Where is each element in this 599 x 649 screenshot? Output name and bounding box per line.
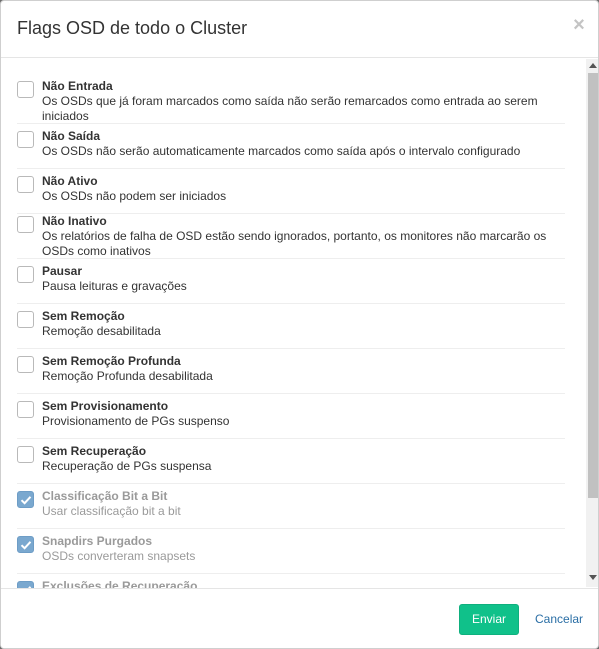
flag-name: Exclusões de Recuperação bbox=[42, 579, 198, 588]
flag-description: Usar classificação bit a bit bbox=[42, 504, 181, 518]
modal-body: Não Entrada Os OSDs que já foram marcados… bbox=[1, 59, 598, 588]
flag-name: Sem Recuperação bbox=[42, 444, 147, 458]
flag-name: Sem Remoção Profunda bbox=[42, 354, 181, 368]
modal-title: Flags OSD de todo o Cluster bbox=[17, 18, 248, 38]
flag-name: Sem Provisionamento bbox=[42, 399, 169, 413]
flag-description: Remoção desabilitada bbox=[42, 324, 161, 338]
flag-name: Snapdirs Purgados bbox=[42, 534, 153, 548]
flag-description: Os OSDs não podem ser iniciados bbox=[42, 189, 227, 203]
flag-checkbox[interactable] bbox=[17, 401, 34, 418]
flag-row: Sem Provisionamento Provisionamento de PG… bbox=[17, 394, 565, 439]
flag-description: Provisionamento de PGs suspenso bbox=[42, 414, 230, 428]
flag-checkbox[interactable] bbox=[17, 81, 34, 98]
flag-row: Sem Remoção Remoção desabilitada bbox=[17, 304, 565, 349]
scroll-down-arrow-icon[interactable] bbox=[589, 575, 597, 580]
flag-name: Não Ativo bbox=[42, 174, 98, 188]
flag-row: Sem Remoção Profunda Remoção Profunda des… bbox=[17, 349, 565, 394]
flag-row: Pausar Pausa leituras e gravações bbox=[17, 259, 565, 304]
flag-checkbox[interactable] bbox=[17, 216, 34, 233]
flag-row: Não Inativo Os relatórios de falha de OSD… bbox=[17, 214, 565, 259]
flag-checkbox bbox=[17, 491, 34, 508]
flag-description: Recuperação de PGs suspensa bbox=[42, 459, 212, 473]
modal-header: Flags OSD de todo o Cluster × bbox=[1, 1, 598, 58]
flag-checkbox[interactable] bbox=[17, 131, 34, 148]
flag-row: Sem Recuperação Recuperação de PGs suspen… bbox=[17, 439, 565, 484]
flag-checkbox[interactable] bbox=[17, 176, 34, 193]
flag-checkbox[interactable] bbox=[17, 446, 34, 463]
flag-checkbox[interactable] bbox=[17, 311, 34, 328]
flag-name: Não Saída bbox=[42, 129, 101, 143]
flag-name: Pausar bbox=[42, 264, 83, 278]
flag-checkbox bbox=[17, 581, 34, 588]
checkmark-icon bbox=[20, 496, 32, 505]
flag-name: Não Entrada bbox=[42, 79, 113, 93]
scrollbar[interactable] bbox=[586, 59, 598, 587]
scrollbar-thumb[interactable] bbox=[588, 73, 598, 498]
flag-row: Não Entrada Os OSDs que já foram marcados… bbox=[17, 79, 565, 124]
scroll-up-arrow-icon[interactable] bbox=[589, 63, 597, 68]
flag-description: Remoção Profunda desabilitada bbox=[42, 369, 213, 383]
flag-description: Pausa leituras e gravações bbox=[42, 279, 187, 293]
flag-description: Os OSDs que já foram marcados como saída… bbox=[42, 94, 538, 123]
flag-name: Não Inativo bbox=[42, 214, 107, 228]
flag-description: Os relatórios de falha de OSD estão send… bbox=[42, 229, 547, 258]
flag-description: Os OSDs não serão automaticamente marcad… bbox=[42, 144, 521, 158]
flag-name: Classificação Bit a Bit bbox=[42, 489, 168, 503]
flag-row: Não Ativo Os OSDs não podem ser iniciados bbox=[17, 169, 565, 214]
cluster-flags-modal: Flags OSD de todo o Cluster × Não Entrad… bbox=[0, 0, 599, 649]
flag-description: OSDs converteram snapsets bbox=[42, 549, 196, 563]
flag-checkbox bbox=[17, 536, 34, 553]
flag-row: Não Saída Os OSDs não serão automaticamen… bbox=[17, 124, 565, 169]
modal-footer: Enviar Cancelar bbox=[1, 588, 598, 648]
cancel-link[interactable]: Cancelar bbox=[535, 612, 583, 626]
flag-checkbox[interactable] bbox=[17, 356, 34, 373]
close-icon[interactable]: × bbox=[571, 15, 587, 35]
flag-checkbox[interactable] bbox=[17, 266, 34, 283]
flag-row: Exclusões de Recuperação bbox=[17, 574, 565, 588]
submit-button[interactable]: Enviar bbox=[459, 604, 519, 635]
checkmark-icon bbox=[20, 541, 32, 550]
flag-row: Snapdirs Purgados OSDs converteram snapse… bbox=[17, 529, 565, 574]
flag-name: Sem Remoção bbox=[42, 309, 125, 323]
flag-row: Classificação Bit a Bit Usar classificaçã… bbox=[17, 484, 565, 529]
